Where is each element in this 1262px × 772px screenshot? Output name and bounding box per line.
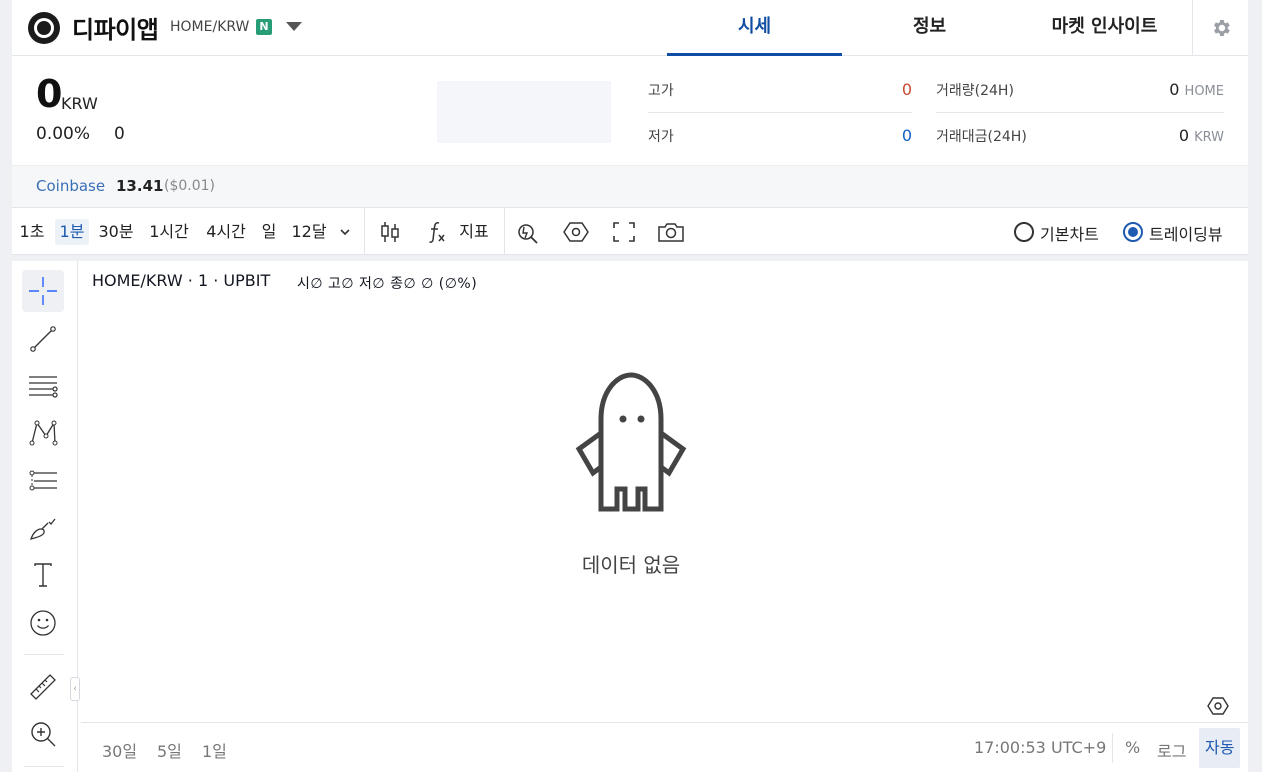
zoom-in-icon bbox=[31, 722, 56, 747]
gear-icon bbox=[1214, 20, 1230, 36]
parallel-lines-icon bbox=[29, 376, 58, 398]
settings-button[interactable] bbox=[1192, 0, 1248, 56]
chart-legend: HOME/KRW · 1 · UPBIT bbox=[92, 271, 271, 290]
current-price: 0 bbox=[36, 72, 62, 116]
pattern-icon bbox=[29, 420, 58, 446]
ruler-icon bbox=[30, 674, 56, 700]
low-value: 0 bbox=[901, 126, 912, 145]
divider bbox=[24, 766, 64, 767]
brush-tool[interactable] bbox=[22, 507, 64, 549]
coin-logo-icon bbox=[28, 12, 60, 44]
amount-unit: KRW bbox=[1194, 130, 1224, 145]
high-value: 0 bbox=[901, 80, 912, 99]
amount-label: 거래대금(24H) bbox=[936, 129, 1027, 145]
tab-market-insight[interactable]: 마켓 인사이트 bbox=[1017, 0, 1192, 56]
low-label: 저가 bbox=[648, 129, 674, 145]
range-5d[interactable]: 5일 bbox=[157, 738, 182, 762]
ruler-tool[interactable] bbox=[22, 666, 64, 708]
timeframe-1s[interactable]: 1초 bbox=[16, 219, 48, 245]
chart-toolbar: 1초 1분 30분 1시간 4시간 일 12달 지표 기본차트 트레이딩뷰 bbox=[12, 207, 1248, 255]
compare-icon[interactable] bbox=[515, 220, 541, 244]
timeframe-1m[interactable]: 1분 bbox=[55, 219, 89, 245]
chevron-down-icon[interactable] bbox=[338, 225, 352, 239]
coinbase-link[interactable]: Coinbase bbox=[36, 177, 105, 195]
pattern-tool[interactable] bbox=[22, 412, 64, 454]
divider bbox=[364, 208, 365, 254]
divider bbox=[24, 654, 64, 655]
candlestick-icon[interactable] bbox=[377, 220, 403, 244]
chart-area[interactable]: HOME/KRW · 1 · UPBIT 시∅ 고∅ 저∅ 종∅ ∅ (∅%) … bbox=[81, 261, 1248, 772]
fib-tool[interactable] bbox=[22, 460, 64, 502]
tab-info[interactable]: 정보 bbox=[842, 0, 1017, 56]
volume: 0 HOME bbox=[1112, 80, 1224, 99]
log-scale-button[interactable]: 로그 bbox=[1157, 738, 1186, 762]
change-amount: 0 bbox=[114, 124, 125, 144]
text-tool[interactable] bbox=[22, 554, 64, 596]
basic-chart-label[interactable]: 기본차트 bbox=[1040, 221, 1099, 245]
collapse-toolbar-button[interactable]: ‹ bbox=[70, 677, 80, 701]
tab-price[interactable]: 시세 bbox=[667, 0, 842, 56]
hexagon-settings-icon[interactable] bbox=[563, 220, 589, 244]
chart-footer: 30일 5일 1일 17:00:53 UTC+9 % 로그 자동 bbox=[81, 722, 1248, 772]
tradingview-label[interactable]: 트레이딩뷰 bbox=[1149, 221, 1223, 245]
volume-unit: HOME bbox=[1184, 84, 1224, 99]
camera-icon[interactable] bbox=[657, 220, 685, 244]
divider bbox=[504, 208, 505, 254]
timeframe-30m[interactable]: 30분 bbox=[96, 219, 136, 245]
drawing-toolbar: ‹ bbox=[12, 261, 80, 772]
divider bbox=[936, 112, 1224, 113]
volume-value: 0 bbox=[1169, 80, 1180, 99]
app-frame: 디파이앱 HOME/KRW N 시세 정보 마켓 인사이트 0 KRW 0.00… bbox=[12, 0, 1248, 772]
crosshair-icon bbox=[29, 277, 57, 305]
coinbase-usd: ($0.01) bbox=[164, 178, 216, 194]
parallel-lines-tool[interactable] bbox=[22, 365, 64, 407]
timeframe-1h[interactable]: 1시간 bbox=[145, 219, 193, 245]
tradingview-radio[interactable] bbox=[1123, 222, 1143, 242]
volume-label: 거래량(24H) bbox=[936, 83, 1014, 99]
new-badge: N bbox=[256, 19, 272, 35]
text-icon bbox=[34, 563, 52, 587]
trend-line-tool[interactable] bbox=[22, 318, 64, 360]
divider bbox=[1112, 733, 1113, 763]
fib-icon bbox=[29, 470, 57, 491]
zoom-in-tool[interactable] bbox=[22, 713, 64, 755]
change-percent: 0.00% bbox=[36, 124, 91, 144]
range-30d[interactable]: 30일 bbox=[102, 738, 137, 762]
timeframe-12mo[interactable]: 12달 bbox=[288, 219, 330, 245]
ohlc-values: 시∅ 고∅ 저∅ 종∅ ∅ (∅%) bbox=[297, 276, 478, 292]
amount-value: 0 bbox=[1178, 126, 1190, 145]
auto-scale-button[interactable]: 자동 bbox=[1199, 728, 1241, 768]
function-icon[interactable] bbox=[424, 220, 450, 244]
amount: 0 KRW bbox=[1112, 126, 1224, 145]
fullscreen-icon[interactable] bbox=[611, 220, 637, 244]
brush-icon bbox=[30, 518, 56, 540]
emoji-tool[interactable] bbox=[22, 602, 64, 644]
market-pair: HOME/KRW bbox=[170, 19, 250, 35]
chart-settings-icon[interactable] bbox=[1207, 695, 1229, 717]
timeframe-day[interactable]: 일 bbox=[257, 219, 281, 245]
coinbase-bar: Coinbase 13.41 ($0.01) bbox=[12, 165, 1248, 207]
range-1d[interactable]: 1일 bbox=[202, 738, 227, 762]
emoji-icon bbox=[30, 610, 56, 636]
crosshair-tool[interactable] bbox=[22, 270, 64, 312]
price-unit: KRW bbox=[61, 94, 98, 113]
high-label: 고가 bbox=[648, 83, 674, 99]
empty-message: 데이터 없음 bbox=[581, 553, 681, 577]
timeframe-4h[interactable]: 4시간 bbox=[202, 219, 250, 245]
trend-line-icon bbox=[30, 326, 56, 352]
market-dropdown-icon[interactable] bbox=[286, 22, 302, 31]
indicator-button[interactable]: 지표 bbox=[454, 219, 494, 245]
coinbase-price: 13.41 bbox=[116, 177, 164, 195]
divider bbox=[648, 112, 912, 113]
coin-name: 디파이앱 bbox=[72, 16, 159, 44]
mini-chart-placeholder bbox=[437, 81, 611, 143]
percent-scale-button[interactable]: % bbox=[1125, 738, 1140, 757]
ghost-icon bbox=[575, 372, 687, 512]
basic-chart-radio[interactable] bbox=[1014, 222, 1034, 242]
header: 디파이앱 HOME/KRW N 시세 정보 마켓 인사이트 bbox=[12, 0, 1248, 56]
chart-clock: 17:00:53 UTC+9 bbox=[974, 738, 1107, 757]
